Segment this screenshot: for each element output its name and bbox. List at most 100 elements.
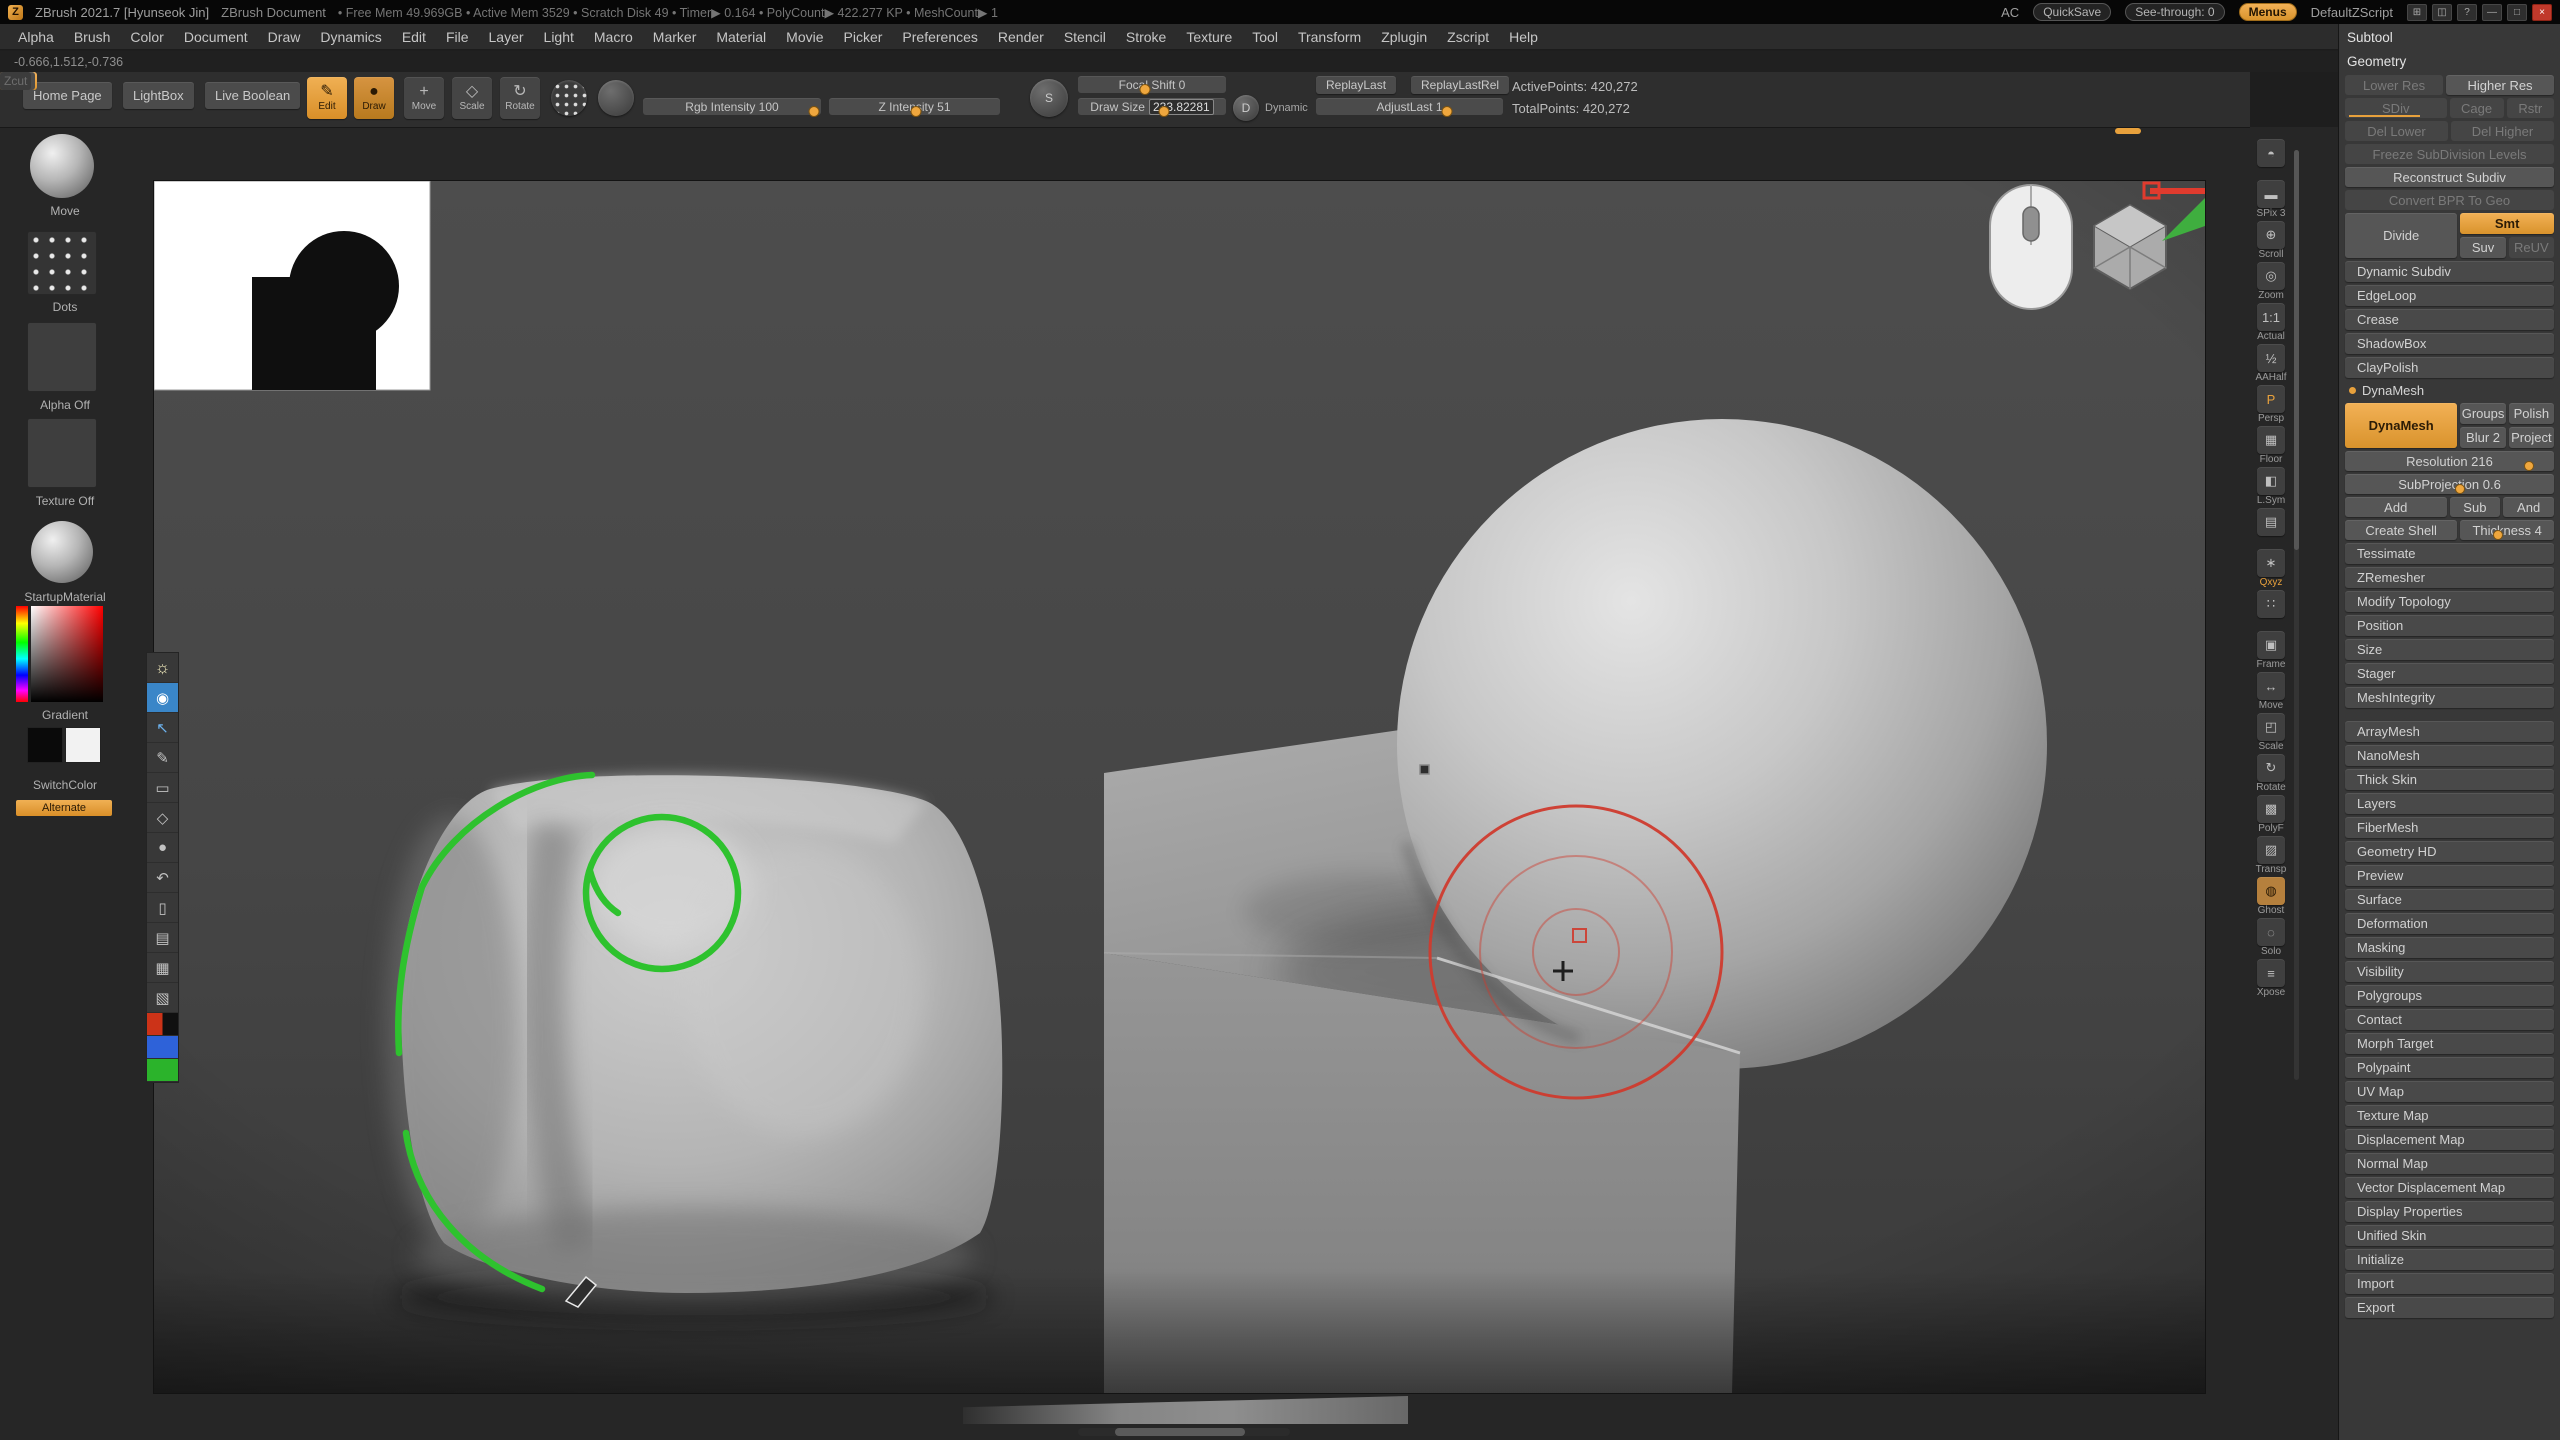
freeze-subdivision-button[interactable]: Freeze SubDivision Levels: [2345, 144, 2554, 164]
see-through-slider[interactable]: See-through: 0: [2125, 3, 2224, 21]
subpalette-surface[interactable]: Surface: [2345, 889, 2554, 910]
stroke-dots-thumbnail[interactable]: [27, 231, 97, 295]
hue-strip[interactable]: [16, 606, 28, 702]
and-mode-button[interactable]: And: [2503, 497, 2554, 517]
quickbar-select-arrow[interactable]: ↖: [147, 713, 178, 743]
window-maximize[interactable]: □: [2507, 4, 2527, 21]
menu-color[interactable]: Color: [120, 29, 173, 45]
view-tool-icon[interactable]: 1:1: [2257, 303, 2285, 331]
default-zscript-button[interactable]: DefaultZScript: [2311, 5, 2393, 20]
view-tool-ghost[interactable]: ◍Ghost: [2257, 877, 2285, 916]
menu-light[interactable]: Light: [534, 29, 584, 45]
quickbar-eraser[interactable]: ◇: [147, 803, 178, 833]
view-tool-icon[interactable]: ▨: [2257, 836, 2285, 864]
project-toggle[interactable]: Project: [2509, 427, 2554, 448]
quickbar-lightbulb[interactable]: ☼: [147, 653, 178, 683]
resolution-dot[interactable]: [2524, 461, 2534, 471]
view-tool-floor[interactable]: ▦Floor: [2257, 426, 2285, 465]
del-higher-button[interactable]: Del Higher: [2451, 121, 2554, 141]
rgb-intensity-dot[interactable]: [808, 106, 819, 117]
reconstruct-subdiv-button[interactable]: Reconstruct Subdiv: [2345, 167, 2554, 187]
geometry-section-shadowbox[interactable]: ShadowBox: [2345, 333, 2554, 354]
add-mode-button[interactable]: Add: [2345, 497, 2447, 517]
rotate-mode-button[interactable]: ↻Rotate: [500, 77, 540, 119]
alpha-picker[interactable]: [598, 80, 634, 116]
z-intensity-dot[interactable]: [911, 106, 922, 117]
stroke-picker[interactable]: [551, 80, 587, 116]
subpalette-geometry-hd[interactable]: Geometry HD: [2345, 841, 2554, 862]
subtool-palette-header[interactable]: Subtool: [2347, 27, 2552, 47]
view-tool-icon[interactable]: ∷: [2257, 590, 2285, 618]
geometry-section-crease[interactable]: Crease: [2345, 309, 2554, 330]
quickbar-pencil[interactable]: ✎: [147, 743, 178, 773]
polish-toggle[interactable]: Polish: [2509, 403, 2554, 424]
subpalette-polypaint[interactable]: Polypaint: [2345, 1057, 2554, 1078]
menu-material[interactable]: Material: [706, 29, 776, 45]
geometry-palette-header[interactable]: Geometry: [2347, 51, 2552, 71]
focal-shift-dot[interactable]: [1139, 84, 1150, 95]
focal-shift-slider[interactable]: Focal Shift 0: [1078, 76, 1226, 93]
subpalette-export[interactable]: Export: [2345, 1297, 2554, 1318]
subpalette-uv-map[interactable]: UV Map: [2345, 1081, 2554, 1102]
view-tool-icon[interactable]: ▦: [2257, 426, 2285, 454]
menu-render[interactable]: Render: [988, 29, 1054, 45]
subpalette-morph-target[interactable]: Morph Target: [2345, 1033, 2554, 1054]
quickbar-snapshot[interactable]: ▦: [147, 953, 178, 983]
menu-stroke[interactable]: Stroke: [1116, 29, 1176, 45]
quickbar-swatch-multi[interactable]: [147, 1013, 178, 1036]
z-intensity-slider[interactable]: Z Intensity 51: [829, 98, 1000, 115]
draw-size-dot[interactable]: [1158, 106, 1169, 117]
divide-button[interactable]: Divide: [2345, 213, 2457, 258]
suv-toggle[interactable]: Suv: [2460, 237, 2505, 258]
menus-toggle[interactable]: Menus: [2239, 3, 2297, 21]
quickbar-swatch-blue[interactable]: [147, 1036, 178, 1059]
view-tool-uv-grid[interactable]: ▤: [2257, 508, 2285, 547]
subprojection-slider[interactable]: SubProjection 0.6: [2345, 474, 2554, 494]
view-tool-icon[interactable]: ▣: [2257, 631, 2285, 659]
subpalette-normal-map[interactable]: Normal Map: [2345, 1153, 2554, 1174]
blur-slider[interactable]: Blur 2: [2460, 427, 2505, 448]
lower-res-button[interactable]: Lower Res: [2345, 75, 2443, 95]
resolution-slider[interactable]: Resolution 216: [2345, 451, 2554, 471]
thickness-dot[interactable]: [2493, 530, 2503, 540]
view-tool-xpose[interactable]: ≡Xpose: [2257, 959, 2285, 998]
sculpted-blob-mesh[interactable]: [386, 773, 1002, 1323]
adjust-last-dot[interactable]: [1441, 106, 1452, 117]
view-tool-icon[interactable]: ◎: [2257, 262, 2285, 290]
window-close[interactable]: ×: [2532, 4, 2552, 21]
view-tool-icon[interactable]: ∗: [2257, 549, 2285, 577]
quickbar-trash[interactable]: ▯: [147, 893, 178, 923]
geometry-section-zremesher[interactable]: ZRemesher: [2345, 567, 2554, 588]
view-tool-icon[interactable]: ◧: [2257, 467, 2285, 495]
menu-zplugin[interactable]: Zplugin: [1371, 29, 1437, 45]
menu-alpha[interactable]: Alpha: [8, 29, 64, 45]
subpalette-display-properties[interactable]: Display Properties: [2345, 1201, 2554, 1222]
view-tool-icon[interactable]: ↻: [2257, 754, 2285, 782]
geometry-section-tessimate[interactable]: Tessimate: [2345, 543, 2554, 564]
subpalette-displacement-map[interactable]: Displacement Map: [2345, 1129, 2554, 1150]
color-picker[interactable]: [16, 606, 103, 702]
sub-mode-button[interactable]: Sub: [2450, 497, 2501, 517]
view-tool-icon[interactable]: ◰: [2257, 713, 2285, 741]
view-tool-scroll[interactable]: ⊕Scroll: [2257, 221, 2285, 260]
view-tool-frame[interactable]: ▣Frame: [2257, 631, 2286, 670]
menu-movie[interactable]: Movie: [776, 29, 833, 45]
menu-help[interactable]: Help: [1499, 29, 1548, 45]
geometry-section-position[interactable]: Position: [2345, 615, 2554, 636]
subpalette-arraymesh[interactable]: ArrayMesh: [2345, 721, 2554, 742]
secondary-color-swatch[interactable]: [65, 727, 101, 763]
reuv-button[interactable]: ReUV: [2509, 237, 2554, 258]
view-tool-icon[interactable]: ◌: [2257, 918, 2285, 946]
view-tool-icon[interactable]: ½: [2257, 344, 2285, 372]
geometry-section-modify-topology[interactable]: Modify Topology: [2345, 591, 2554, 612]
subpalette-masking[interactable]: Masking: [2345, 937, 2554, 958]
subpalette-nanomesh[interactable]: NanoMesh: [2345, 745, 2554, 766]
view-tool-icon[interactable]: ▩: [2257, 795, 2285, 823]
higher-res-button[interactable]: Higher Res: [2446, 75, 2554, 95]
thickness-slider[interactable]: Thickness 4: [2460, 520, 2554, 540]
subpalette-vector-displacement-map[interactable]: Vector Displacement Map: [2345, 1177, 2554, 1198]
rstr-button[interactable]: Rstr: [2507, 98, 2554, 118]
stroke-s-button[interactable]: S: [1030, 79, 1068, 117]
adjust-last-slider[interactable]: AdjustLast 1: [1316, 98, 1503, 115]
menu-zscript[interactable]: Zscript: [1437, 29, 1499, 45]
